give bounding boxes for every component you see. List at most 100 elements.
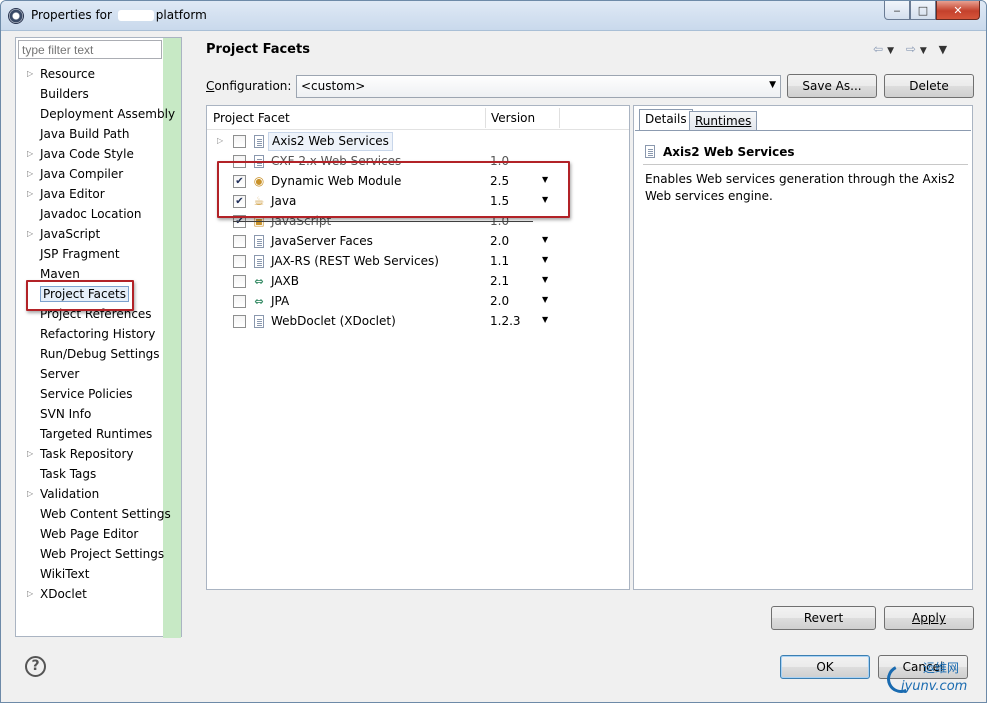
tree-item-javascript[interactable]: ▷ JavaScript <box>16 225 176 245</box>
version-dropdown-icon[interactable]: ▼ <box>542 255 548 264</box>
tree-item-deployment-assembly[interactable]: Deployment Assembly <box>16 105 176 125</box>
forward-arrow-icon[interactable]: ⇨ <box>906 42 920 56</box>
tree-item-task-repository[interactable]: ▷ Task Repository <box>16 445 176 465</box>
expand-arrow-icon[interactable]: ▷ <box>27 485 35 503</box>
facet-checkbox[interactable] <box>233 135 246 148</box>
expand-arrow-icon[interactable]: ▷ <box>27 585 35 603</box>
facet-row-jpa[interactable]: ⇔ JPA 2.0 ▼ <box>207 292 629 312</box>
facet-version[interactable]: 2.0 <box>490 294 509 308</box>
facet-name: WebDoclet (XDoclet) <box>271 314 396 328</box>
facet-version[interactable]: 2.5 <box>490 174 509 188</box>
facet-version[interactable]: 1.1 <box>490 254 509 268</box>
col-header-project-facet[interactable]: Project Facet <box>213 111 290 125</box>
tree-item-maven[interactable]: Maven <box>16 265 176 285</box>
tree-item-builders[interactable]: Builders <box>16 85 176 105</box>
ok-button[interactable]: OK <box>780 655 870 679</box>
facet-row-java[interactable]: ✔ ☕ Java 1.5 ▼ <box>207 192 629 212</box>
tab-runtimes[interactable]: Runtimes <box>689 111 758 131</box>
col-header-version[interactable]: Version <box>491 111 535 125</box>
maximize-button[interactable]: □ <box>910 1 936 20</box>
save-as-button[interactable]: Save As... <box>787 74 877 98</box>
facet-row-jaxb[interactable]: ⇔ JAXB 2.1 ▼ <box>207 272 629 292</box>
facet-version[interactable]: 2.0 <box>490 234 509 248</box>
back-arrow-icon[interactable]: ⇦ <box>873 42 887 56</box>
facet-version[interactable]: 1.2.3 <box>490 314 521 328</box>
tree-item-web-project-settings[interactable]: Web Project Settings <box>16 545 176 565</box>
tree-item-web-content-settings[interactable]: Web Content Settings <box>16 505 176 525</box>
tree-item-wikitext[interactable]: WikiText <box>16 565 176 585</box>
facet-checkbox[interactable]: ✔ <box>233 175 246 188</box>
facet-checkbox[interactable] <box>233 235 246 248</box>
facet-row-javascript[interactable]: ✔▣JavaScript1.0 <box>207 212 629 232</box>
tree-item-targeted-runtimes[interactable]: Targeted Runtimes <box>16 425 176 445</box>
expand-arrow-icon[interactable]: ▷ <box>217 136 223 145</box>
tree-item-web-page-editor[interactable]: Web Page Editor <box>16 525 176 545</box>
tree-item-java-compiler[interactable]: ▷ Java Compiler <box>16 165 176 185</box>
tree-item-javadoc-location[interactable]: Javadoc Location <box>16 205 176 225</box>
close-button[interactable]: ✕ <box>936 1 980 20</box>
facet-name: Dynamic Web Module <box>271 174 402 188</box>
minimize-button[interactable]: ‒ <box>884 1 910 20</box>
version-dropdown-icon[interactable]: ▼ <box>542 195 548 204</box>
tab-details[interactable]: Details <box>639 109 693 131</box>
tree-item-task-tags[interactable]: Task Tags <box>16 465 176 485</box>
tree-item-xdoclet[interactable]: ▷ XDoclet <box>16 585 176 605</box>
tree-item-service-policies[interactable]: Service Policies <box>16 385 176 405</box>
facet-checkbox[interactable] <box>233 255 246 268</box>
facet-version[interactable]: 1.5 <box>490 194 509 208</box>
facet-checkbox[interactable] <box>233 295 246 308</box>
facet-checkbox[interactable]: ✔ <box>233 195 246 208</box>
watermark-bottom-text: iyunv.com <box>901 679 968 694</box>
property-page-tree[interactable]: ▷ Resource Builders Deployment Assembly Java… <box>15 37 182 638</box>
expand-arrow-icon[interactable]: ▷ <box>27 145 35 163</box>
back-dropdown-icon[interactable]: ▼ <box>887 46 898 56</box>
tree-item-run-debug-settings[interactable]: Run/Debug Settings <box>16 345 176 365</box>
version-dropdown-icon[interactable]: ▼ <box>542 175 548 184</box>
title-bar[interactable]: Properties for platform ‒ □ ✕ <box>1 1 986 31</box>
tree-item-java-code-style[interactable]: ▷ Java Code Style <box>16 145 176 165</box>
delete-button[interactable]: Delete <box>884 74 974 98</box>
tree-item-java-editor[interactable]: ▷ Java Editor <box>16 185 176 205</box>
tree-item-project-facets[interactable]: Project Facets <box>16 285 176 305</box>
tree-item-project-references[interactable]: Project References <box>16 305 176 325</box>
tree-item-label: Web Project Settings <box>40 547 165 561</box>
facet-row-javaserver-faces[interactable]: JavaServer Faces 2.0 ▼ <box>207 232 629 252</box>
facet-checkbox[interactable] <box>233 315 246 328</box>
tree-item-label: Javadoc Location <box>40 207 142 221</box>
facet-row-axis2-web-services[interactable]: ▷ Axis2 Web Services <box>207 132 629 152</box>
expand-arrow-icon[interactable]: ▷ <box>27 225 35 243</box>
apply-button[interactable]: Apply <box>884 606 974 630</box>
facet-row-dynamic-web-module[interactable]: ✔ ◉ Dynamic Web Module 2.5 ▼ <box>207 172 629 192</box>
tree-item-jsp-fragment[interactable]: JSP Fragment <box>16 245 176 265</box>
expand-arrow-icon[interactable]: ▷ <box>27 445 35 463</box>
tree-item-java-build-path[interactable]: Java Build Path <box>16 125 176 145</box>
tree-item-validation[interactable]: ▷ Validation <box>16 485 176 505</box>
facet-name: JavaServer Faces <box>271 234 373 248</box>
expand-arrow-icon[interactable]: ▷ <box>27 65 35 83</box>
facet-version[interactable]: 2.1 <box>490 274 509 288</box>
tree-item-refactoring-history[interactable]: Refactoring History <box>16 325 176 345</box>
forward-dropdown-icon[interactable]: ▼ <box>920 46 931 56</box>
facet-checkbox[interactable] <box>233 275 246 288</box>
filter-input[interactable] <box>18 40 162 59</box>
facet-row-cxf-2-x-web-services[interactable]: CXF 2.x Web Services 1.0 <box>207 152 629 172</box>
facet-row-webdoclet-xdoclet-[interactable]: WebDoclet (XDoclet) 1.2.3 ▼ <box>207 312 629 332</box>
facet-table[interactable]: Project Facet Version ▷ Axis2 Web Service… <box>206 105 630 590</box>
version-dropdown-icon[interactable]: ▼ <box>542 295 548 304</box>
tree-item-resource[interactable]: ▷ Resource <box>16 65 176 85</box>
facet-table-header: Project Facet Version <box>207 106 629 130</box>
version-dropdown-icon[interactable]: ▼ <box>542 235 548 244</box>
version-dropdown-icon[interactable]: ▼ <box>542 275 548 284</box>
help-icon[interactable]: ? <box>25 656 46 677</box>
expand-arrow-icon[interactable]: ▷ <box>27 185 35 203</box>
revert-button[interactable]: Revert <box>771 606 876 630</box>
chevron-down-icon: ▼ <box>769 80 776 90</box>
details-title-text: Axis2 Web Services <box>663 145 795 159</box>
view-menu-icon[interactable]: ▼ <box>939 43 951 56</box>
tree-item-svn-info[interactable]: SVN Info <box>16 405 176 425</box>
tree-item-server[interactable]: Server <box>16 365 176 385</box>
version-dropdown-icon[interactable]: ▼ <box>542 315 548 324</box>
facet-row-jax-rs-rest-web-services-[interactable]: JAX-RS (REST Web Services) 1.1 ▼ <box>207 252 629 272</box>
expand-arrow-icon[interactable]: ▷ <box>27 165 35 183</box>
configuration-select[interactable]: <custom> ▼ <box>296 75 781 98</box>
